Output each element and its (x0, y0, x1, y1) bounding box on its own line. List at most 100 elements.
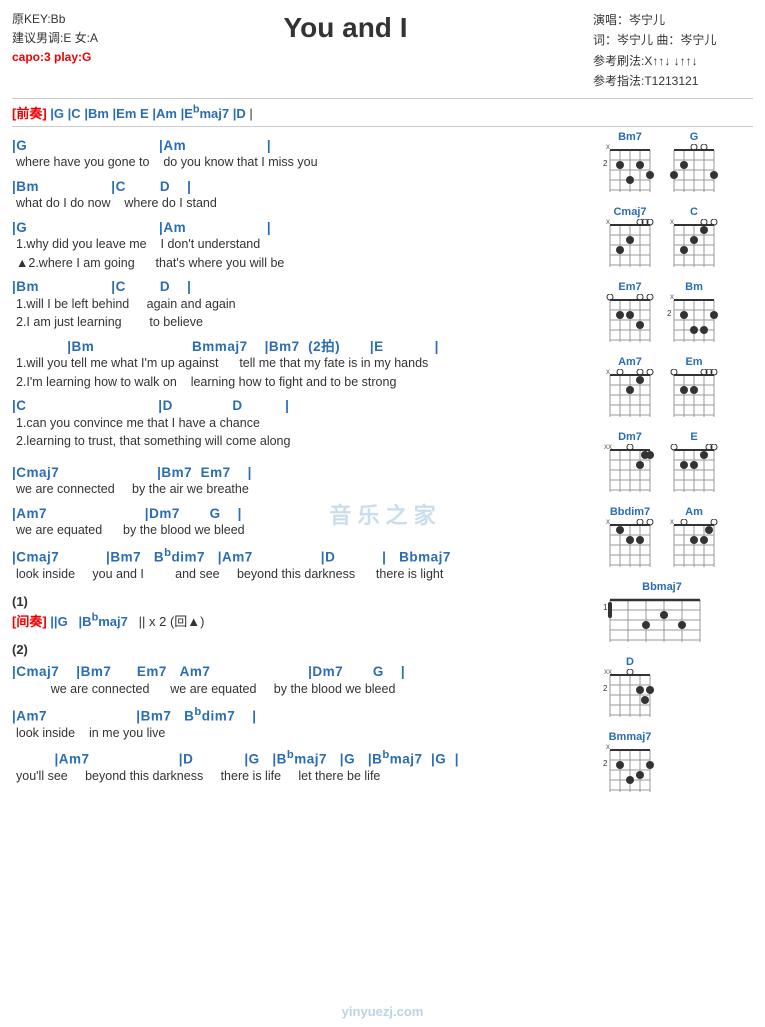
diagram-bbmaj7: Bbmaj7 (602, 581, 722, 646)
chord-line-4: |Bm |C D | (12, 278, 590, 296)
diagram-bm7-label: Bm7 (618, 131, 642, 143)
prelude-label: [前奏] (12, 106, 47, 121)
diagram-g: G (666, 131, 722, 196)
paren-2: (2) (12, 642, 590, 657)
chord-line-2: |Bm |C D | (12, 178, 590, 196)
diagram-bbdim7: Bbdim7 x (602, 506, 658, 571)
svg-text:x: x (670, 219, 674, 226)
lyric-1-1: where have you gone to do you know that … (12, 154, 590, 172)
lyric-3-2: ▲2.where I am going that's where you wil… (12, 255, 590, 273)
svg-text:x: x (670, 519, 674, 526)
diagram-e-label: E (690, 431, 697, 443)
diagram-am7-label: Am7 (618, 356, 642, 368)
svg-text:2: 2 (603, 759, 608, 768)
interlude-chords: ||G |Bbmaj7 || x 2 (回▲) (50, 614, 204, 629)
lyric-11-1: look inside in me you live (12, 725, 590, 743)
chord-line-9: |Cmaj7 |Bm7 Bbdim7 |Am7 |D | Bbmaj7 (12, 546, 590, 566)
interlude-label: [间奏] (12, 614, 47, 629)
g-fretboard (666, 144, 722, 196)
diagram-bm: Bm x (666, 281, 722, 346)
diagram-em: Em (666, 356, 722, 421)
svg-text:xx: xx (604, 444, 612, 451)
svg-text:x: x (606, 369, 610, 376)
bm7-fretboard: x 2 (602, 144, 658, 196)
lyric-8-1: we are equated by the blood we bleed (12, 522, 590, 540)
am7-fretboard: x (602, 369, 658, 421)
prelude-divider (12, 126, 753, 127)
chord-line-11: |Am7 |Bm7 Bbdim7 | (12, 705, 590, 725)
chord-line-12: |Am7 |D |G |Bbmaj7 |G |Bbmaj7 |G | (12, 748, 590, 768)
diagram-bmmaj7-label: Bmmaj7 (609, 731, 652, 743)
svg-text:x: x (606, 744, 610, 751)
diagram-row-5: Dm7 xx (602, 431, 753, 496)
original-key: 原KEY:Bb (12, 10, 98, 29)
diagram-row-6: Bbdim7 x (602, 506, 753, 571)
diagram-em7-label: Em7 (618, 281, 641, 293)
lyric-2-1: what do I do now where do I stand (12, 195, 590, 213)
diagram-am7: Am7 x (602, 356, 658, 421)
svg-text:xx: xx (604, 669, 612, 676)
lyric-7-1: we are connected by the air we breathe (12, 481, 590, 499)
chord-line-1: |G |Am | (12, 137, 590, 155)
top-divider (12, 98, 753, 99)
diagram-am: Am x (666, 506, 722, 571)
e-fretboard (666, 444, 722, 496)
lyric-12-1: you'll see beyond this darkness there is… (12, 768, 590, 786)
song-title: You and I (98, 10, 593, 92)
bmmaj7-fretboard: x 2 (602, 744, 658, 796)
diagram-em-label: Em (685, 356, 702, 368)
diagram-e: E (666, 431, 722, 496)
am-fretboard: x (666, 519, 722, 571)
header-left: 原KEY:Bb 建议男调:E 女:A capo:3 play:G (12, 10, 98, 92)
diagram-c-label: C (690, 206, 698, 218)
svg-text:2: 2 (667, 309, 672, 318)
lyric-5-1: 1.will you tell me what I'm up against t… (12, 355, 590, 373)
lyric-6-1: 1.can you convince me that I have a chan… (12, 415, 590, 433)
prelude-line: [前奏] |G |C |Bm |Em E |Am |Ebmaj7 |D | (12, 103, 753, 122)
lyric-10-1: we are connected we are equated by the b… (12, 681, 590, 699)
diagram-dm7: Dm7 xx (602, 431, 658, 496)
diagram-d-label: D (626, 656, 634, 668)
bbdim7-fretboard: x (602, 519, 658, 571)
chord-line-5: |Bm Bmmaj7 |Bm7 (2拍) |E | (12, 338, 590, 356)
diagram-bbmaj7-label: Bbmaj7 (642, 581, 682, 593)
header-right: 演唱：岑宁儿 词：岑宁儿 曲：岑宁儿 参考刷法:X↑↑↓ ↓↑↑↓ 参考指法:T… (593, 10, 753, 92)
main-content: |G |Am | where have you gone to do you k… (12, 131, 753, 802)
diagram-row-1: Bm7 (602, 131, 753, 196)
d-fretboard: xx 2 (602, 669, 658, 721)
prelude-chords: |G |C |Bm |Em E |Am |Ebmaj7 |D | (50, 106, 253, 121)
bbmaj7-fretboard: 1 (602, 594, 722, 646)
svg-text:2: 2 (603, 684, 608, 693)
diagram-bm7: Bm7 (602, 131, 658, 196)
diagram-c: C x (666, 206, 722, 271)
chord-line-3: |G |Am | (12, 219, 590, 237)
fingering: 参考指法:T1213121 (593, 71, 753, 91)
em7-fretboard (602, 294, 658, 346)
diagram-row-4: Am7 x (602, 356, 753, 421)
paren-1: (1) (12, 594, 590, 609)
svg-text:1: 1 (603, 603, 608, 612)
interlude-line: [间奏] ||G |Bbmaj7 || x 2 (回▲) (12, 611, 590, 630)
diagram-bm-label: Bm (685, 281, 703, 293)
song-section: |G |Am | where have you gone to do you k… (12, 131, 598, 802)
diagram-row-7: Bbmaj7 (602, 581, 753, 646)
lyrics-composer: 词：岑宁儿 曲：岑宁儿 (593, 30, 753, 50)
chord-line-6: |C |D D | (12, 397, 590, 415)
strumming: 参考刷法:X↑↑↓ ↓↑↑↓ (593, 51, 753, 71)
svg-text:x: x (670, 294, 674, 301)
page: 原KEY:Bb 建议男调:E 女:A capo:3 play:G You and… (0, 0, 765, 1027)
lyric-3-1: 1.why did you leave me I don't understan… (12, 236, 590, 254)
lyric-4-1: 1.will I be left behind again and again (12, 296, 590, 314)
diagram-dm7-label: Dm7 (618, 431, 642, 443)
bm-fretboard: x 2 (666, 294, 722, 346)
diagram-d: D xx (602, 656, 658, 721)
diagram-g-label: G (690, 131, 699, 143)
chord-line-8: |Am7 |Dm7 G | (12, 505, 590, 523)
watermark-bottom: yinyuezj.com (342, 1004, 424, 1019)
capo-line: capo:3 play:G (12, 48, 98, 67)
em-fretboard (666, 369, 722, 421)
diagram-cmaj7: Cmaj7 x (602, 206, 658, 271)
diagram-row-2: Cmaj7 x (602, 206, 753, 271)
diagram-cmaj7-label: Cmaj7 (613, 206, 646, 218)
singer: 演唱：岑宁儿 (593, 10, 753, 30)
